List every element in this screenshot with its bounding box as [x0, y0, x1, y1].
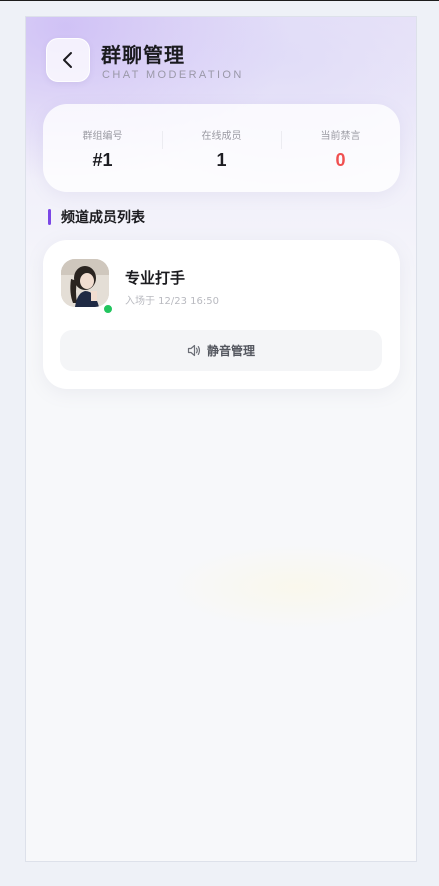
avatar-image: [61, 259, 109, 307]
section-title: 频道成员列表: [61, 210, 145, 226]
member-card: 专业打手 入场于 12/23 16:50 静音管理: [43, 240, 400, 389]
speaker-icon: [187, 344, 201, 357]
stat-label: 当前禁言: [320, 131, 361, 142]
stat-value: 1: [216, 150, 227, 170]
stat-label: 群组编号: [82, 131, 123, 142]
stat-label: 在线成员: [201, 131, 242, 142]
stat-muted-count: 当前禁言 0: [281, 125, 400, 171]
member-name: 专业打手: [125, 269, 186, 287]
stat-value: 0: [335, 150, 346, 170]
online-status-dot: [102, 303, 114, 315]
avatar[interactable]: [61, 259, 109, 307]
page-title: 群聊管理: [101, 43, 185, 67]
stat-value: #1: [92, 150, 113, 170]
mute-manage-button[interactable]: 静音管理: [60, 330, 382, 371]
member-join-time: 入场于 12/23 16:50: [125, 296, 219, 307]
chevron-left-icon: [63, 52, 72, 68]
section-accent-bar: [48, 209, 51, 225]
window-top-border: [0, 0, 439, 1]
back-button[interactable]: [46, 38, 90, 82]
background-glow: [146, 517, 416, 657]
page-subtitle: CHAT MODERATION: [102, 69, 244, 81]
stat-group-id: 群组编号 #1: [43, 125, 162, 171]
stats-card: 群组编号 #1 在线成员 1 当前禁言 0: [43, 104, 400, 192]
stat-online-members: 在线成员 1: [162, 125, 281, 171]
mute-button-label: 静音管理: [206, 344, 255, 358]
section-header: 频道成员列表: [48, 207, 145, 227]
app-screen: 群聊管理 CHAT MODERATION 群组编号 #1 在线成员 1 当前禁言…: [25, 16, 417, 862]
